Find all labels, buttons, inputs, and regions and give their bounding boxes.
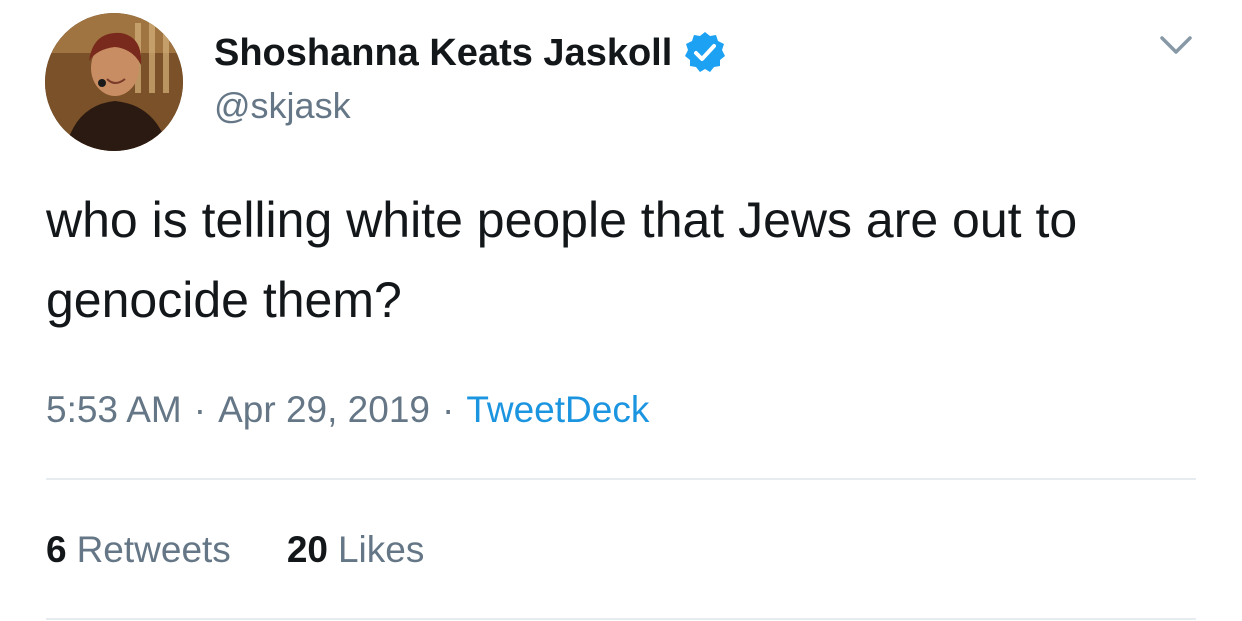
verified-badge-icon: [682, 30, 728, 76]
likes-label: Likes: [337, 529, 425, 570]
retweets-count: 6: [46, 529, 67, 570]
tweet-source-link[interactable]: TweetDeck: [466, 389, 649, 430]
separator-dot: ·: [441, 389, 455, 430]
tweet-card: Shoshanna Keats Jaskoll @skjask who is t…: [0, 0, 1242, 621]
divider: [46, 478, 1196, 480]
tweet-text: who is telling white people that Jews ar…: [46, 192, 1078, 328]
tweet-metadata: 5:53 AM · Apr 29, 2019 · TweetDeck: [46, 386, 649, 434]
tweet-time[interactable]: 5:53 AM: [46, 389, 182, 430]
retweets-label: Retweets: [76, 529, 231, 570]
divider: [46, 618, 1196, 620]
separator-dot: ·: [193, 389, 207, 430]
retweets-stat[interactable]: 6 Retweets: [46, 526, 231, 574]
user-handle[interactable]: @skjask: [214, 84, 351, 128]
likes-stat[interactable]: 20 Likes: [287, 526, 425, 574]
display-name-text: Shoshanna Keats Jaskoll: [214, 32, 673, 74]
likes-count: 20: [286, 529, 328, 570]
avatar[interactable]: [45, 13, 183, 151]
chevron-down-icon[interactable]: [1156, 30, 1196, 60]
tweet-stats: 6 Retweets 20 Likes: [46, 526, 480, 574]
tweet-date[interactable]: Apr 29, 2019: [218, 389, 430, 430]
display-name[interactable]: Shoshanna Keats Jaskoll: [214, 30, 728, 76]
